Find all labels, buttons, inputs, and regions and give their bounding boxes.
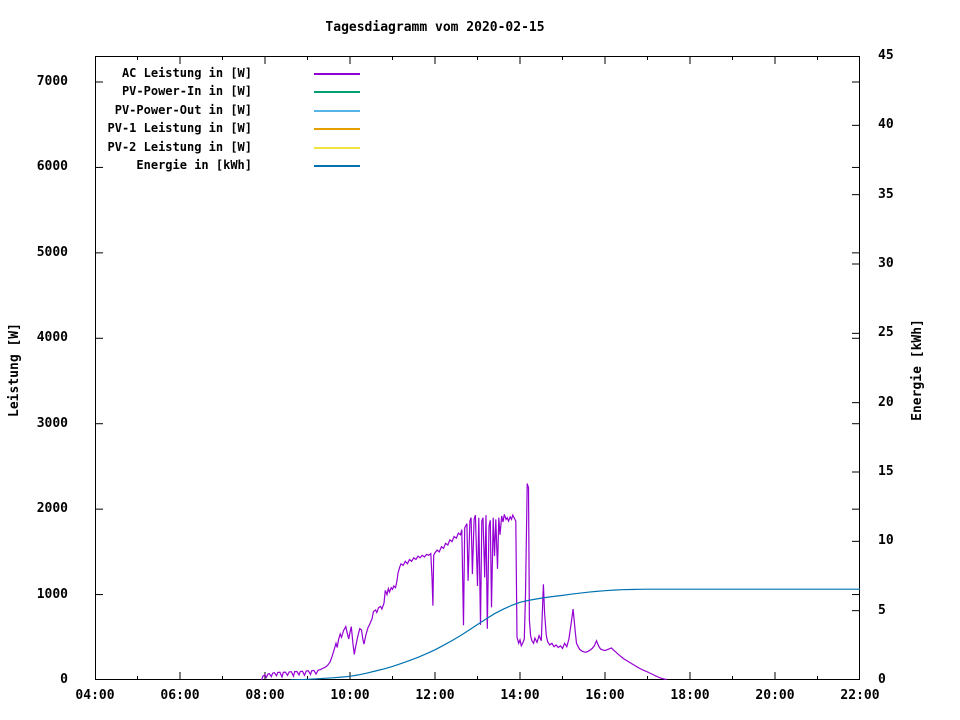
legend-row: PV-Power-In in [W] (38, 84, 368, 100)
y2-tick-label: 0 (878, 672, 886, 687)
legend-line-sample (314, 146, 360, 149)
legend-row: PV-Power-Out in [W] (38, 103, 368, 119)
y2-axis-label: Energie [kWh] (910, 319, 925, 421)
series-y1 (261, 483, 667, 680)
y2-tick-label: 5 (878, 602, 886, 618)
y2-tick-label: 45 (878, 48, 894, 63)
chart-canvas: Tagesdiagramm vom 2020-02-15 Leistung [W… (0, 0, 960, 720)
y2-tick-label: 15 (878, 464, 894, 479)
legend-row: AC Leistung in [W] (38, 66, 368, 82)
legend-line-sample (314, 73, 360, 75)
legend-line-sample (314, 91, 360, 94)
x-tick-label: 08:00 (245, 688, 285, 703)
y-axis-label: Leistung [W] (7, 323, 22, 417)
x-tick-label: 22:00 (840, 688, 880, 703)
y1-tick-label: 3000 (36, 415, 68, 431)
legend-line-sample (314, 165, 360, 167)
x-tick-label: 18:00 (670, 688, 710, 703)
x-tick-label: 04:00 (75, 688, 115, 703)
x-tick-label: 06:00 (160, 688, 200, 703)
y1-tick-label: 4000 (36, 330, 68, 346)
y2-tick-label: 10 (878, 533, 894, 549)
y2-tick-label: 20 (878, 394, 894, 410)
chart-title: Tagesdiagramm vom 2020-02-15 (325, 20, 545, 35)
x-tick-label: 10:00 (330, 688, 370, 703)
y1-tick-label: 1000 (36, 586, 68, 602)
x-tick-label: 20:00 (755, 688, 795, 703)
y1-tick-label: 0 (60, 672, 68, 687)
y2-tick-label: 40 (878, 117, 894, 133)
legend-label: PV-1 Leistung in [W] (107, 121, 253, 136)
legend-label: PV-Power-In in [W] (121, 84, 252, 99)
x-tick-label: 14:00 (500, 688, 540, 703)
legend-row: PV-2 Leistung in [W] (38, 140, 368, 156)
x-tick-label: 12:00 (415, 688, 455, 703)
y2-tick-label: 35 (878, 186, 894, 202)
legend-row: PV-1 Leistung in [W] (38, 121, 368, 137)
legend-label: AC Leistung in [W] (121, 66, 252, 80)
legend-row: Energie in [kWh] (38, 158, 368, 174)
legend-label: PV-Power-Out in [W] (114, 102, 252, 117)
legend-label: PV-2 Leistung in [W] (107, 139, 253, 154)
legend-line-sample (314, 109, 360, 112)
y2-tick-label: 30 (878, 256, 894, 271)
legend-line-sample (314, 128, 360, 131)
y2-tick-label: 25 (878, 325, 894, 341)
x-tick-label: 16:00 (585, 688, 625, 703)
legend-label: Energie in [kWh] (136, 158, 252, 172)
y1-tick-label: 5000 (36, 244, 68, 260)
y1-tick-label: 2000 (36, 501, 68, 517)
